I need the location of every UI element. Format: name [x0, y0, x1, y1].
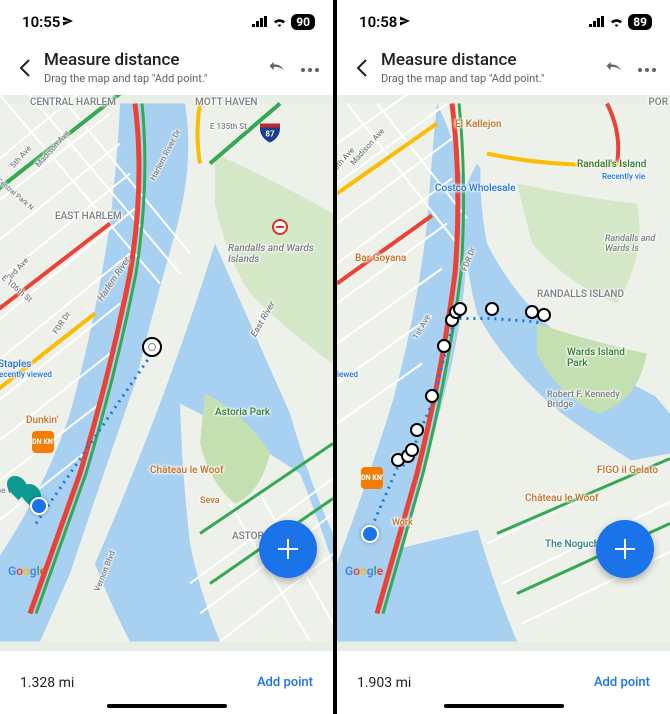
location-icon: [62, 13, 74, 31]
location-icon: [399, 13, 411, 31]
add-point-link[interactable]: Add point: [594, 675, 650, 690]
add-point-link[interactable]: Add point: [257, 675, 313, 690]
back-button[interactable]: [12, 58, 38, 78]
add-point-fab[interactable]: [259, 520, 317, 578]
measure-point[interactable]: [410, 423, 424, 437]
current-location: [361, 525, 379, 543]
current-location: [30, 497, 48, 515]
status-time: 10:58: [359, 13, 397, 31]
dunkin-pin[interactable]: DN KN': [361, 467, 383, 489]
google-logo: Google: [8, 564, 46, 578]
distance-readout: 1.328 mi: [20, 675, 74, 691]
app-header: Measure distance Drag the map and tap "A…: [0, 44, 333, 95]
distance-readout: 1.903 mi: [357, 675, 411, 691]
back-button[interactable]: [349, 58, 375, 78]
battery-indicator: 90: [291, 14, 315, 30]
map-canvas[interactable]: POR El Kallejon Costco Wholesale Randall…: [337, 95, 670, 650]
add-point-fab[interactable]: [596, 520, 654, 578]
svg-text:87: 87: [265, 130, 275, 139]
home-indicator[interactable]: [107, 704, 227, 708]
page-subtitle: Drag the map and tap "Add point.": [381, 72, 604, 85]
page-title: Measure distance: [44, 50, 267, 70]
more-button[interactable]: [301, 58, 319, 77]
no-entry-icon: [272, 219, 288, 235]
undo-button[interactable]: [604, 58, 624, 77]
cellular-icon: [589, 13, 605, 31]
app-header: Measure distance Drag the map and tap "A…: [337, 44, 670, 95]
cellular-icon: [252, 13, 268, 31]
right-screenshot: 10:58 89 Measure distance Drag the map a…: [337, 0, 670, 714]
measure-point[interactable]: [437, 339, 451, 353]
measure-point[interactable]: [537, 308, 551, 322]
page-title: Measure distance: [381, 50, 604, 70]
more-button[interactable]: [638, 58, 656, 77]
status-bar: 10:58 89: [337, 0, 670, 44]
measure-point[interactable]: [485, 302, 499, 316]
left-screenshot: 10:55 90 Measure distance Drag the map a…: [0, 0, 333, 714]
dunkin-pin[interactable]: DN KN': [32, 431, 54, 453]
measure-point[interactable]: [453, 302, 467, 316]
measure-target[interactable]: [142, 337, 162, 357]
undo-button[interactable]: [267, 58, 287, 77]
page-subtitle: Drag the map and tap "Add point.": [44, 72, 267, 85]
measure-point[interactable]: [405, 443, 419, 457]
home-indicator[interactable]: [444, 704, 564, 708]
status-bar: 10:55 90: [0, 0, 333, 44]
map-canvas[interactable]: 87 CENTRAL HARLEM MOTT HAVEN EAST HARLEM…: [0, 95, 333, 650]
google-logo: Google: [345, 564, 383, 578]
status-time: 10:55: [22, 13, 60, 31]
battery-indicator: 89: [628, 14, 652, 30]
wifi-icon: [609, 13, 624, 31]
wifi-icon: [272, 13, 287, 31]
measure-point[interactable]: [425, 389, 439, 403]
